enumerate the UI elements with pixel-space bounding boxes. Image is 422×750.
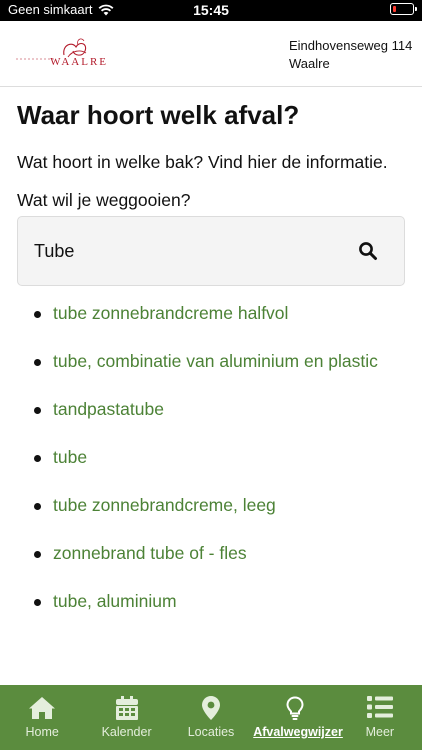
clock: 15:45 (193, 2, 229, 18)
address: Eindhovenseweg 114 Waalre (289, 37, 412, 73)
search-box (17, 216, 405, 286)
result-item: tube zonnebrandcreme halfvol (0, 300, 422, 330)
bullet (34, 359, 41, 366)
battery-level (392, 5, 396, 12)
bullet (34, 503, 41, 510)
battery-icon (390, 3, 417, 15)
tab-bar: Home Kalender Locaties Afvalwegwijzer Me… (0, 685, 422, 750)
tab-label: Locaties (187, 725, 235, 739)
result-link[interactable]: zonnebrand tube of - fles (53, 543, 247, 564)
location-pin-icon (202, 696, 221, 720)
logo-text: WAALRE (50, 56, 108, 68)
search-input[interactable] (34, 217, 334, 285)
address-city: Waalre (289, 56, 330, 71)
status-bar: Geen simkaart 15:45 (0, 0, 422, 21)
tab-label: Afvalwegwijzer (253, 725, 343, 739)
list-icon (366, 696, 393, 718)
search-icon[interactable] (358, 241, 378, 261)
lightbulb-icon (286, 696, 304, 720)
tab-kalender[interactable]: Kalender (84, 685, 168, 750)
result-link[interactable]: tube (53, 447, 87, 468)
bullet (34, 551, 41, 558)
tab-afvalwegwijzer[interactable]: Afvalwegwijzer (253, 685, 343, 750)
result-link[interactable]: tube, aluminium (53, 591, 177, 612)
tab-label: Kalender (101, 725, 152, 739)
result-link[interactable]: tube zonnebrandcreme, leeg (53, 495, 276, 516)
result-item: tube (0, 444, 422, 474)
calendar-icon (115, 696, 138, 720)
battery-indicator (390, 3, 417, 15)
result-item: zonnebrand tube of - fles (0, 540, 422, 570)
tab-locaties[interactable]: Locaties (169, 685, 253, 750)
result-item: tube, combinatie van aluminium en plasti… (0, 348, 422, 378)
home-icon (29, 697, 56, 719)
result-link[interactable]: tube, combinatie van aluminium en plasti… (53, 351, 378, 372)
result-item: tube zonnebrandcreme, leeg (0, 492, 422, 522)
result-item: tube, aluminium (0, 588, 422, 618)
intro-text: Wat hoort in welke bak? Vind hier de inf… (17, 152, 388, 172)
address-street: Eindhovenseweg 114 (289, 38, 413, 53)
search-prompt: Wat wil je weggooien? (17, 190, 191, 210)
app-header: WAALRE Eindhovenseweg 114 Waalre (0, 21, 422, 87)
main-content: Waar hoort welk afval? Wat hoort in welk… (0, 88, 422, 685)
bullet (34, 311, 41, 318)
bullet (34, 599, 41, 606)
result-item: tandpastatube (0, 396, 422, 426)
tab-label: Home (25, 725, 59, 739)
bullet (34, 455, 41, 462)
result-link[interactable]: tandpastatube (53, 399, 164, 420)
page-title: Waar hoort welk afval? (17, 100, 300, 130)
tab-home[interactable]: Home (0, 685, 84, 750)
tab-meer[interactable]: Meer (338, 685, 422, 750)
bullet (34, 407, 41, 414)
result-link[interactable]: tube zonnebrandcreme halfvol (53, 303, 288, 324)
tab-label: Meer (365, 725, 395, 739)
